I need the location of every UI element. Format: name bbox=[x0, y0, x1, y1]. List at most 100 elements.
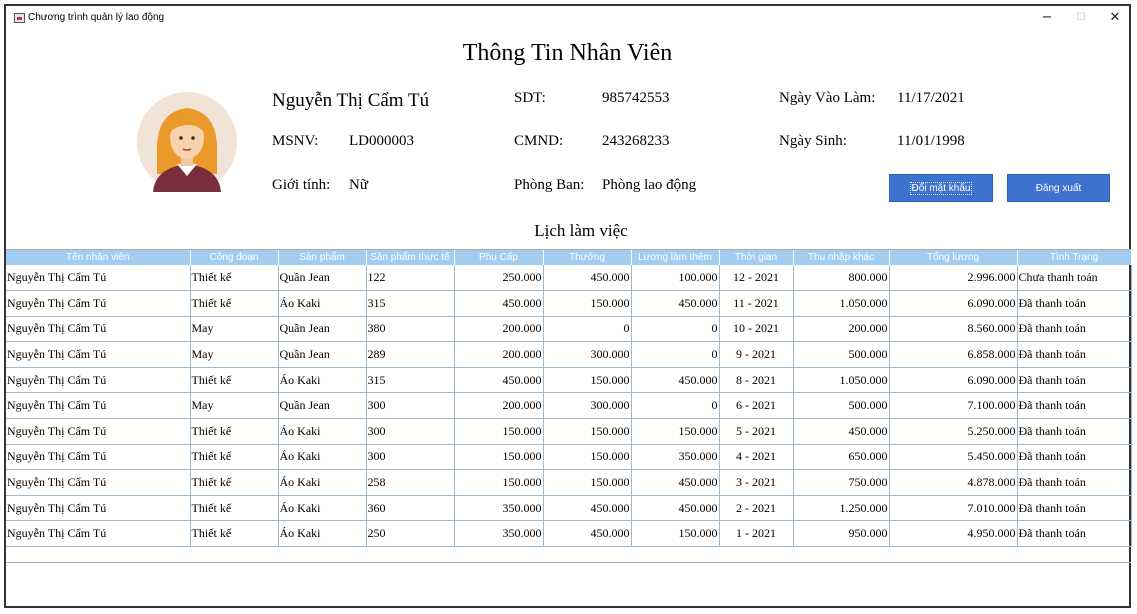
table-cell: Áo Kaki bbox=[278, 495, 367, 522]
table-cell: 650.000 bbox=[793, 444, 890, 471]
table-cell: 5 - 2021 bbox=[719, 418, 794, 445]
table-cell: 1.250.000 bbox=[793, 495, 890, 522]
table-cell: 360 bbox=[366, 495, 455, 522]
table-cell: Áo Kaki bbox=[278, 367, 367, 394]
table-cell: Nguyễn Thị Cẩm Tú bbox=[6, 444, 191, 471]
table-cell: Nguyễn Thị Cẩm Tú bbox=[6, 316, 191, 343]
table-row[interactable]: Nguyễn Thị Cẩm Tú Thiết kế Áo Kaki 250 350.0… bbox=[6, 520, 1132, 548]
table-cell: Đã thanh toán bbox=[1017, 392, 1132, 420]
table-cell: May bbox=[190, 341, 279, 368]
table-row[interactable]: Nguyễn Thị Cẩm Tú Thiết kế Áo Kaki 360 350.0… bbox=[6, 495, 1132, 522]
table-cell: 450.000 bbox=[793, 418, 890, 445]
table-cell: 450.000 bbox=[631, 469, 720, 496]
column-header[interactable]: Sản phẩm thực tế bbox=[366, 250, 455, 265]
table-cell: 0 bbox=[543, 316, 632, 343]
avatar bbox=[137, 92, 237, 192]
column-header[interactable]: Tổng lương bbox=[889, 250, 1018, 265]
schedule-table-container[interactable]: Tên nhân viên Công đoạn Sản phẩm Sản phẩ… bbox=[6, 249, 1132, 563]
table-cell: Thiết kế bbox=[190, 520, 279, 548]
table-cell: 9 - 2021 bbox=[719, 341, 794, 368]
table-cell: 4.878.000 bbox=[889, 469, 1018, 496]
close-icon[interactable]: ✕ bbox=[1100, 8, 1130, 28]
table-cell: 5.450.000 bbox=[889, 444, 1018, 471]
table-cell: Áo Kaki bbox=[278, 418, 367, 445]
table-cell: Đã thanh toán bbox=[1017, 316, 1132, 343]
department-value: Phòng lao động bbox=[602, 177, 697, 193]
table-cell: 122 bbox=[366, 265, 455, 292]
table-cell: 315 bbox=[366, 367, 455, 394]
title-bar: Chương trình quản lý lao động − ☐ ✕ bbox=[6, 6, 1129, 30]
change-password-button[interactable]: Đổi mật khẩu bbox=[889, 174, 993, 202]
table-cell: 950.000 bbox=[793, 520, 890, 548]
table-cell: Đã thanh toán bbox=[1017, 495, 1132, 522]
table-cell: Quần Jean bbox=[278, 392, 367, 420]
table-row[interactable]: Nguyễn Thị Cẩm Tú Thiết kế Áo Kaki 300 150.0… bbox=[6, 418, 1132, 445]
birth-date-value: 11/01/1998 bbox=[897, 133, 965, 149]
table-cell: May bbox=[190, 392, 279, 420]
minimize-icon[interactable]: − bbox=[1032, 8, 1062, 28]
table-row[interactable]: Nguyễn Thị Cẩm Tú Thiết kế Áo Kaki 315 450.0… bbox=[6, 290, 1132, 317]
table-cell: Thiết kế bbox=[190, 444, 279, 471]
column-header[interactable]: Thưởng bbox=[543, 250, 632, 265]
table-cell: 350.000 bbox=[454, 495, 544, 522]
table-cell: 150.000 bbox=[543, 418, 632, 445]
table-row[interactable]: Nguyễn Thị Cẩm Tú Thiết kế Áo Kaki 315 450.0… bbox=[6, 367, 1132, 394]
table-cell: 200.000 bbox=[454, 316, 544, 343]
table-cell: Thiết kế bbox=[190, 469, 279, 496]
table-cell: 6 - 2021 bbox=[719, 392, 794, 420]
table-row[interactable]: Nguyễn Thị Cẩm Tú May Quần Jean 289 200.000 3… bbox=[6, 341, 1132, 368]
table-row[interactable]: Nguyễn Thị Cẩm Tú Thiết kế Quần Jean 122 250… bbox=[6, 265, 1132, 292]
table-cell: 6.090.000 bbox=[889, 367, 1018, 394]
table-cell: 150.000 bbox=[543, 469, 632, 496]
table-cell: 750.000 bbox=[793, 469, 890, 496]
table-cell: 300 bbox=[366, 418, 455, 445]
table-header-row: Tên nhân viên Công đoạn Sản phẩm Sản phẩ… bbox=[6, 250, 1132, 265]
table-cell: Nguyễn Thị Cẩm Tú bbox=[6, 495, 191, 522]
table-cell: 5.250.000 bbox=[889, 418, 1018, 445]
table-cell: 4 - 2021 bbox=[719, 444, 794, 471]
table-cell: Áo Kaki bbox=[278, 520, 367, 548]
table-cell: Nguyễn Thị Cẩm Tú bbox=[6, 469, 191, 496]
logout-button[interactable]: Đăng xuất bbox=[1007, 174, 1110, 202]
table-cell: 450.000 bbox=[631, 495, 720, 522]
table-cell: Nguyễn Thị Cẩm Tú bbox=[6, 392, 191, 420]
table-cell: 300.000 bbox=[543, 341, 632, 368]
column-header[interactable]: Tên nhân viên bbox=[6, 250, 191, 265]
table-cell: Đã thanh toán bbox=[1017, 341, 1132, 368]
table-cell: 350.000 bbox=[631, 444, 720, 471]
table-cell: Đã thanh toán bbox=[1017, 290, 1132, 317]
column-header[interactable]: Tình Trạng bbox=[1017, 250, 1132, 265]
column-header[interactable]: Thu nhập khác bbox=[793, 250, 890, 265]
table-row[interactable]: Nguyễn Thị Cẩm Tú May Quần Jean 300 200.000 3… bbox=[6, 392, 1132, 420]
table-cell: 2.996.000 bbox=[889, 265, 1018, 292]
table-cell: 150.000 bbox=[543, 444, 632, 471]
table-row[interactable]: Nguyễn Thị Cẩm Tú Thiết kế Áo Kaki 300 150.0… bbox=[6, 444, 1132, 471]
start-date-label: Ngày Vào Làm: bbox=[779, 90, 876, 106]
table-cell: 500.000 bbox=[793, 341, 890, 368]
table-cell: 150.000 bbox=[454, 469, 544, 496]
schedule-title: Lịch làm việc bbox=[534, 221, 628, 240]
column-header[interactable]: Lương làm thêm bbox=[631, 250, 720, 265]
table-cell: 450.000 bbox=[543, 495, 632, 522]
column-header[interactable]: Công đoạn bbox=[190, 250, 279, 265]
column-header[interactable]: Sản phẩm bbox=[278, 250, 367, 265]
table-cell: 2 - 2021 bbox=[719, 495, 794, 522]
table-cell: Quần Jean bbox=[278, 265, 367, 292]
table-cell: May bbox=[190, 316, 279, 343]
table-cell: 450.000 bbox=[631, 367, 720, 394]
table-cell: 350.000 bbox=[454, 520, 544, 548]
table-cell: 3 - 2021 bbox=[719, 469, 794, 496]
maximize-icon[interactable]: ☐ bbox=[1066, 8, 1096, 28]
table-row[interactable]: Nguyễn Thị Cẩm Tú Thiết kế Áo Kaki 258 150.0… bbox=[6, 469, 1132, 496]
table-cell: 300.000 bbox=[543, 392, 632, 420]
table-cell: 12 - 2021 bbox=[719, 265, 794, 292]
birth-date-label: Ngày Sinh: bbox=[779, 133, 847, 149]
table-cell: 450.000 bbox=[543, 265, 632, 292]
table-cell: Quần Jean bbox=[278, 316, 367, 343]
column-header[interactable]: Phụ Cấp bbox=[454, 250, 544, 265]
table-cell: Đã thanh toán bbox=[1017, 520, 1132, 548]
column-header[interactable]: Thời gian bbox=[719, 250, 794, 265]
table-cell: 200.000 bbox=[793, 316, 890, 343]
table-cell: 200.000 bbox=[454, 392, 544, 420]
table-row[interactable]: Nguyễn Thị Cẩm Tú May Quần Jean 380 200.000 0… bbox=[6, 316, 1132, 343]
